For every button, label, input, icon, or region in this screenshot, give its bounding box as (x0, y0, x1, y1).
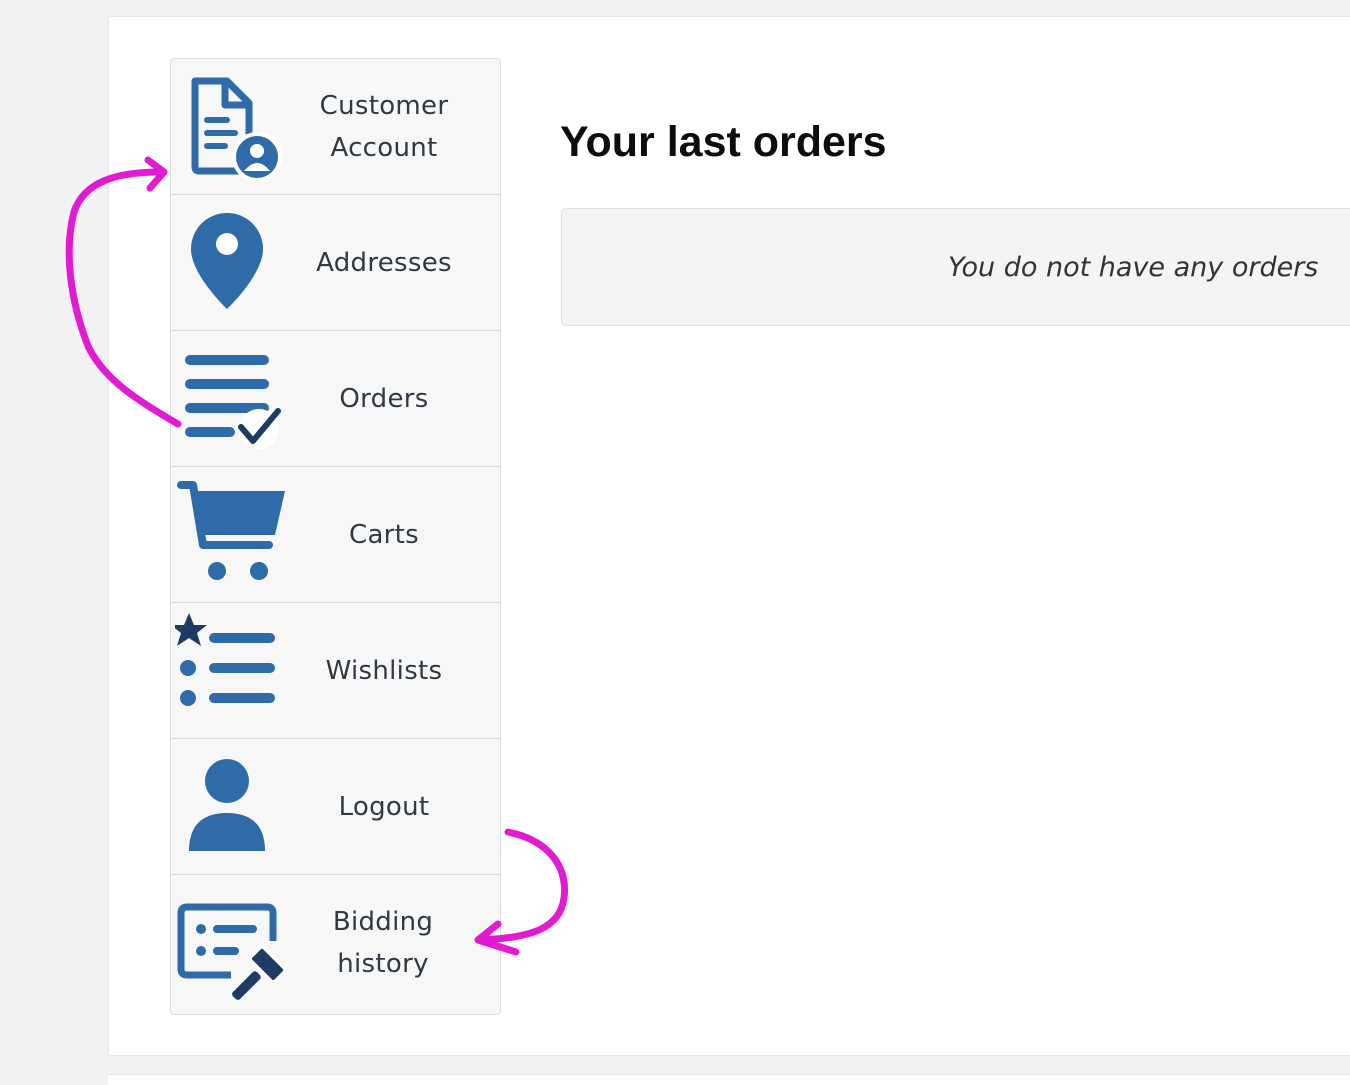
sidebar-item-label: Bidding history (332, 907, 434, 979)
sidebar-item-customer-account[interactable]: Customer Account (171, 59, 500, 195)
cart-icon (175, 467, 287, 603)
account-sidebar: Customer Account Addresses Orders Carts … (170, 58, 501, 1015)
wishlist-star-icon (175, 603, 287, 739)
sidebar-item-label: Orders (339, 384, 429, 414)
bidding-gavel-icon (175, 875, 287, 1011)
sidebar-item-label: Wishlists (325, 656, 443, 686)
sidebar-item-addresses[interactable]: Addresses (171, 195, 500, 331)
sidebar-item-label: Addresses (316, 248, 452, 278)
orders-empty-state: You do not have any orders (561, 208, 1350, 326)
sidebar-item-bidding-history[interactable]: Bidding history (171, 875, 500, 1011)
location-pin-icon (175, 195, 287, 331)
sidebar-item-label: Carts (348, 520, 420, 550)
empty-orders-message: You do not have any orders (948, 252, 1319, 283)
sidebar-item-logout[interactable]: Logout (171, 739, 500, 875)
sidebar-item-wishlists[interactable]: Wishlists (171, 603, 500, 739)
sidebar-item-label: Logout (338, 792, 430, 822)
user-icon (175, 739, 287, 875)
customer-account-icon (175, 59, 287, 195)
page-title: Your last orders (560, 118, 887, 166)
sidebar-item-orders[interactable]: Orders (171, 331, 500, 467)
orders-list-check-icon (175, 331, 287, 467)
sidebar-item-carts[interactable]: Carts (171, 467, 500, 603)
sidebar-item-label: Customer Account (319, 91, 449, 163)
